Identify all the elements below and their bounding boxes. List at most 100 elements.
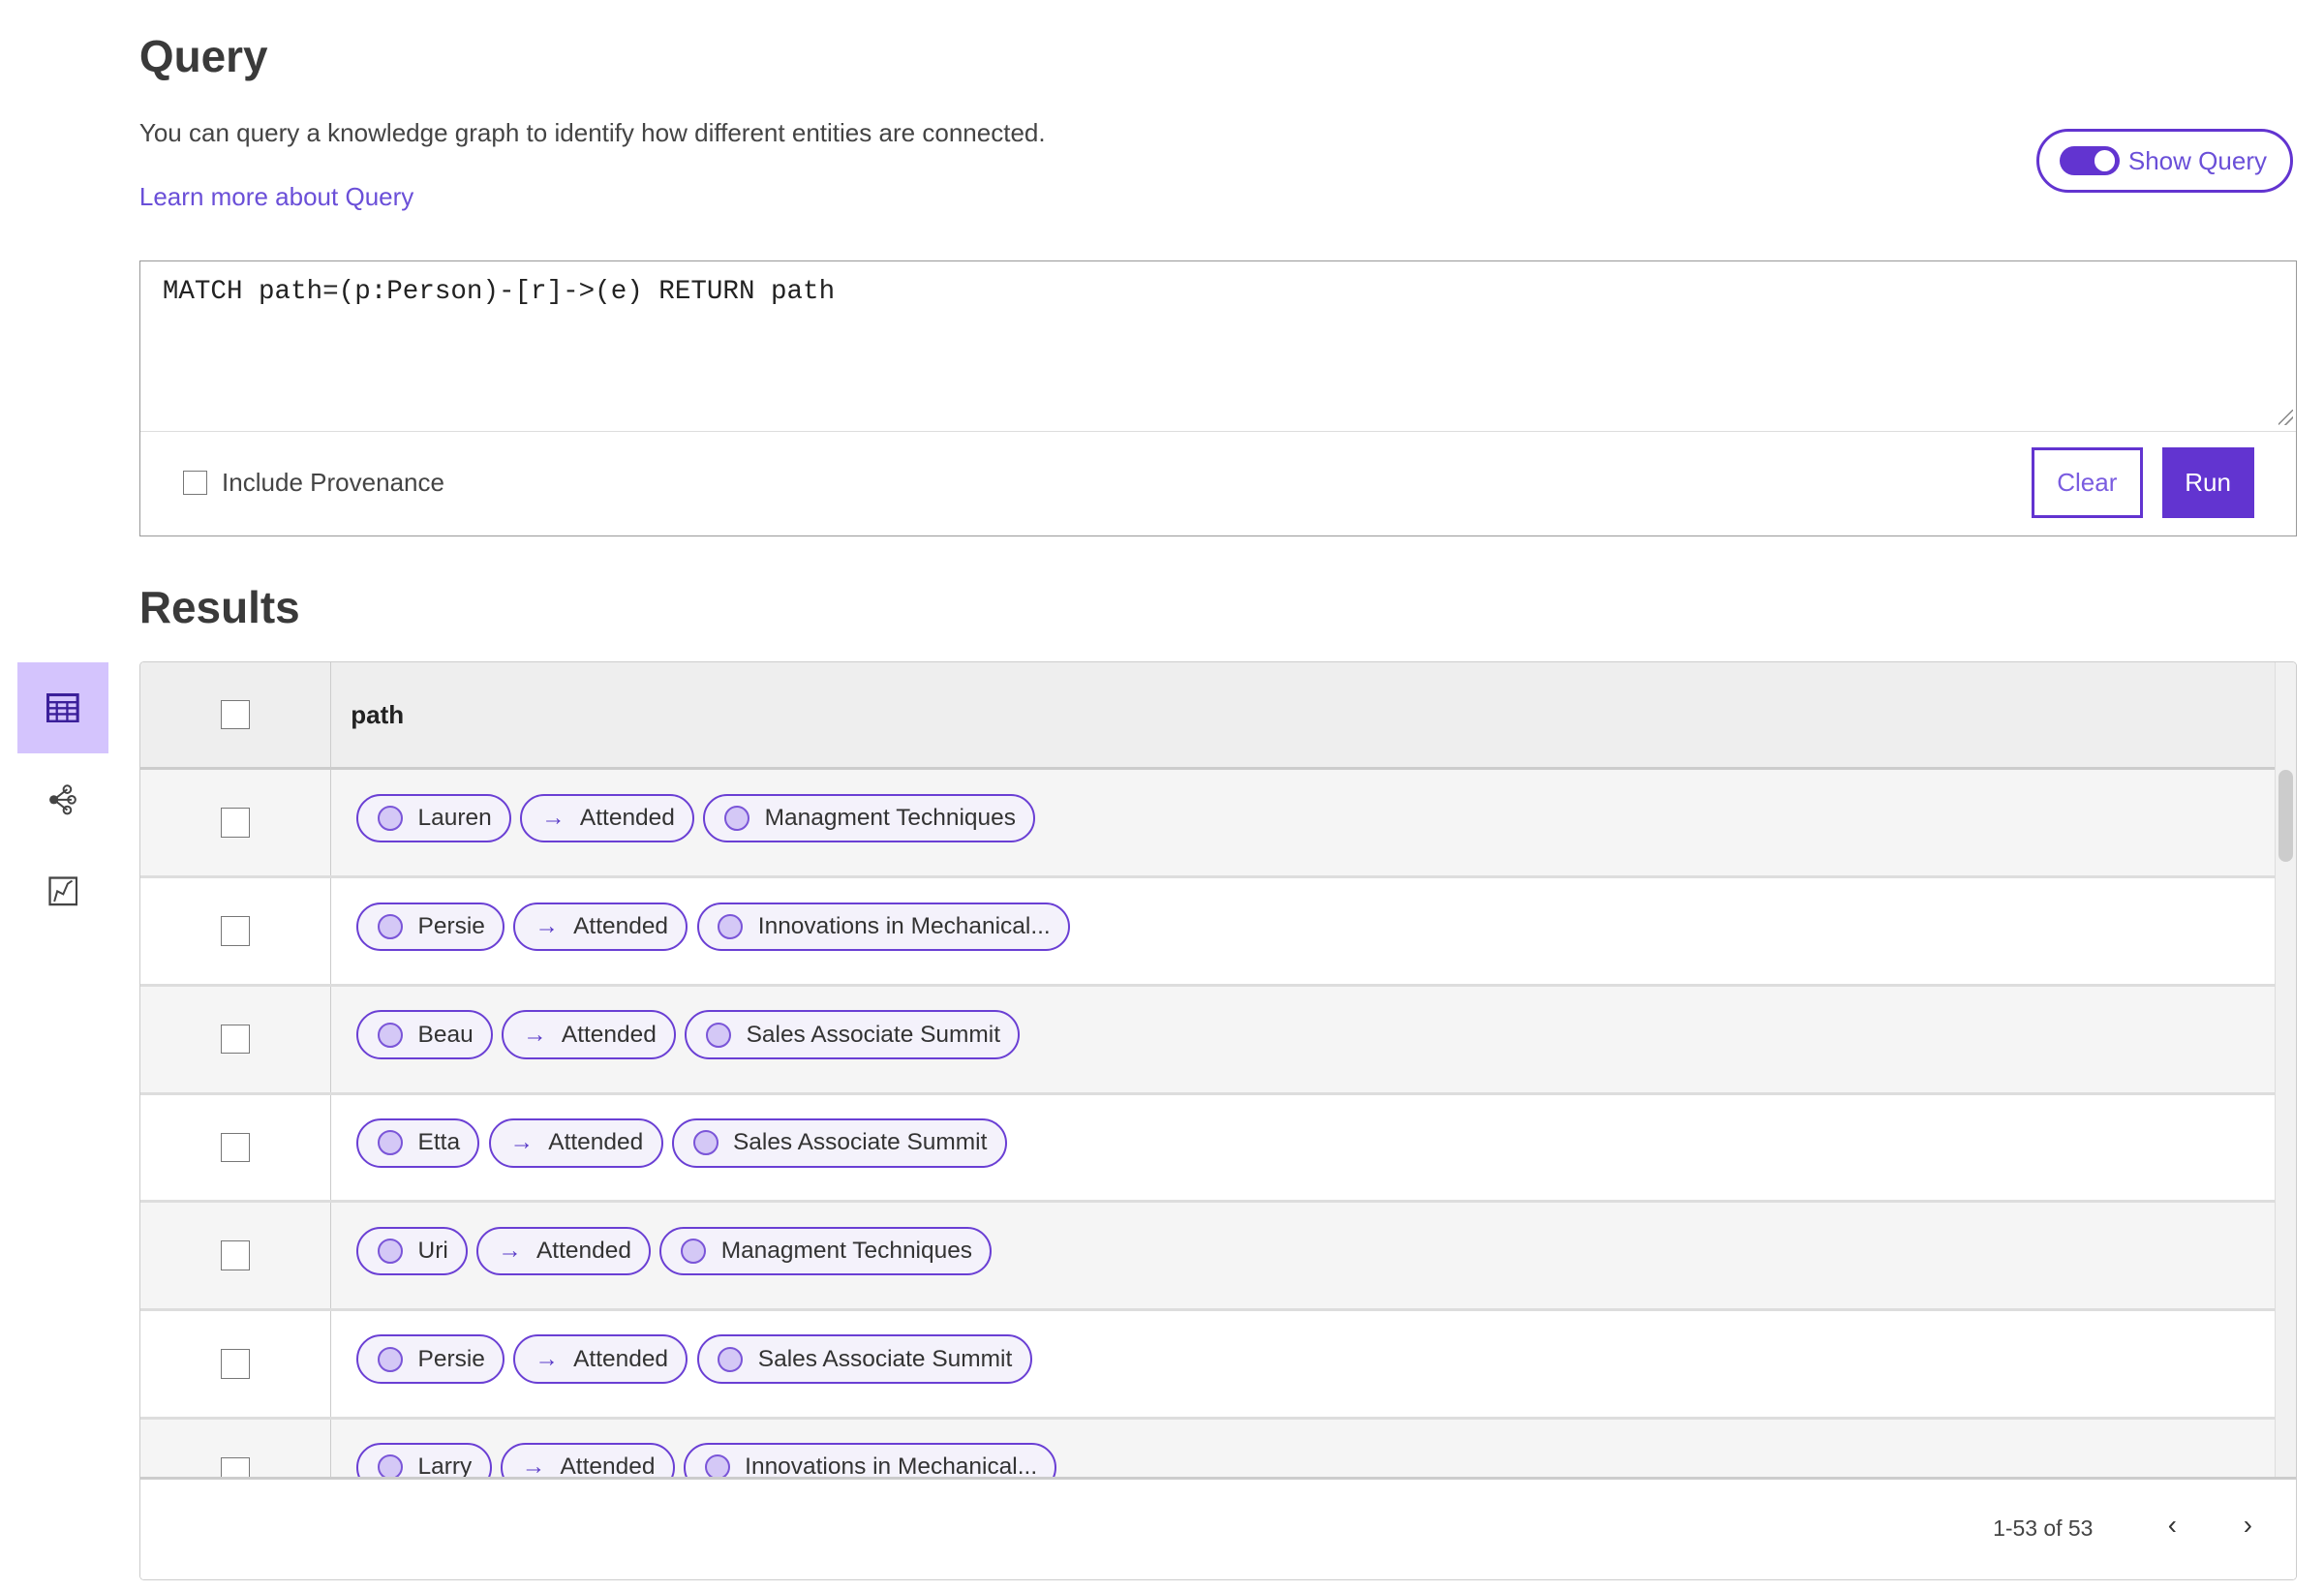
node-icon [378, 1022, 404, 1048]
learn-more-link[interactable]: Learn more about Query [139, 182, 413, 212]
scrollbar-thumb[interactable] [2278, 770, 2294, 863]
arrow-right-icon: → [509, 1129, 534, 1156]
node-label: Etta [417, 1129, 461, 1156]
node-icon [378, 1130, 404, 1156]
chevron-left-icon[interactable]: ‹ [2168, 1510, 2177, 1541]
path-chips: Etta → Attended Sales Associate Summit [356, 1118, 1007, 1168]
relationship-chip[interactable]: → Attended [513, 902, 688, 952]
clear-button[interactable]: Clear [2031, 446, 2143, 519]
path-chips: Persie → Attended Innovations in Mechanic… [356, 902, 1071, 952]
relationship-label: Attended [548, 1129, 644, 1156]
node-chip[interactable]: Managment Techniques [703, 793, 1036, 843]
relationship-chip[interactable]: → Attended [476, 1226, 652, 1276]
include-provenance-label: Include Provenance [222, 468, 444, 498]
node-icon [378, 1454, 404, 1478]
run-button[interactable]: Run [2161, 446, 2254, 519]
page-title: Query [138, 30, 268, 81]
node-label: Uri [417, 1237, 448, 1264]
column-header-path[interactable]: path [351, 662, 404, 768]
include-provenance[interactable]: Include Provenance [183, 468, 444, 498]
relationship-chip[interactable]: → Attended [500, 1443, 675, 1478]
node-chip[interactable]: Larry [356, 1443, 492, 1478]
sidebar-item-chart[interactable] [17, 846, 107, 936]
row-checkbox[interactable] [220, 1240, 251, 1270]
include-provenance-checkbox[interactable] [183, 471, 207, 495]
relationship-label: Attended [535, 1237, 631, 1264]
scrollbar[interactable] [2274, 661, 2297, 1478]
node-icon [378, 1346, 404, 1372]
node-label: Lauren [417, 805, 492, 832]
table-row[interactable]: Uri → Attended Managment Techniques [139, 1203, 2275, 1311]
table-footer: 1-53 of 53 ‹ › [139, 1477, 2297, 1579]
select-all-checkbox[interactable] [220, 699, 251, 730]
relationship-chip[interactable]: → Attended [520, 793, 695, 843]
node-icon [724, 806, 750, 832]
node-chip[interactable]: Persie [356, 902, 505, 952]
path-chips: Larry → Attended Innovations in Mechanica… [356, 1443, 1057, 1478]
show-query-toggle[interactable]: Show Query [2036, 129, 2293, 193]
sidebar-item-graph[interactable] [17, 754, 107, 844]
node-label: Sales Associate Summit [746, 1021, 1001, 1048]
node-chip[interactable]: Sales Associate Summit [696, 1334, 1032, 1384]
toggle-switch[interactable] [2060, 145, 2120, 176]
query-page: Query You can query a knowledge graph to… [0, 0, 2324, 1590]
node-chip[interactable]: Lauren [356, 793, 512, 843]
query-input[interactable]: MATCH path=(p:Person)-[r]->(e) RETURN pa… [163, 277, 835, 307]
node-label: Sales Associate Summit [732, 1129, 988, 1156]
node-label: Managment Techniques [764, 805, 1016, 832]
arrow-right-icon: → [541, 805, 566, 832]
node-chip[interactable]: Uri [356, 1226, 469, 1276]
resize-handle[interactable] [2278, 410, 2294, 425]
row-checkbox[interactable] [220, 1349, 251, 1379]
node-icon [692, 1130, 719, 1156]
node-chip[interactable]: Sales Associate Summit [671, 1118, 1007, 1168]
node-chip[interactable]: Managment Techniques [659, 1226, 993, 1276]
node-chip[interactable]: Innovations in Mechanical... [696, 902, 1071, 952]
node-label: Innovations in Mechanical... [757, 912, 1051, 939]
arrow-right-icon: → [535, 1345, 559, 1372]
table-row[interactable]: Persie → Attended Innovations in Mechanic… [139, 878, 2275, 987]
node-chip[interactable]: Persie [356, 1334, 505, 1384]
sidebar-item-table[interactable] [17, 662, 108, 753]
relationship-label: Attended [573, 1345, 669, 1372]
relationship-label: Attended [560, 1453, 656, 1478]
row-checkbox[interactable] [220, 1132, 251, 1163]
node-icon [681, 1238, 707, 1264]
node-chip[interactable]: Sales Associate Summit [685, 1010, 1021, 1059]
table-row[interactable]: Persie → Attended Sales Associate Summit [139, 1310, 2275, 1420]
node-chip[interactable]: Innovations in Mechanical... [683, 1443, 1057, 1478]
row-checkbox[interactable] [220, 1456, 251, 1478]
table-icon [46, 692, 79, 723]
node-label: Larry [417, 1453, 473, 1478]
relationship-chip[interactable]: → Attended [513, 1334, 688, 1384]
table-row[interactable]: Larry → Attended Innovations in Mechanica… [139, 1419, 2275, 1478]
node-chip[interactable]: Etta [356, 1118, 480, 1168]
node-label: Innovations in Mechanical... [745, 1453, 1038, 1478]
arrow-right-icon: → [523, 1021, 547, 1048]
row-checkbox[interactable] [220, 1024, 251, 1055]
chevron-right-icon[interactable]: › [2244, 1510, 2252, 1541]
node-chip[interactable]: Beau [356, 1010, 494, 1059]
table-row[interactable]: Beau → Attended Sales Associate Summit [139, 986, 2275, 1095]
node-icon [378, 806, 404, 832]
table-row[interactable]: Lauren → Attended Managment Techniques [139, 770, 2275, 879]
node-icon [378, 913, 404, 939]
show-query-label: Show Query [2127, 145, 2267, 175]
node-icon [718, 913, 744, 939]
node-label: Managment Techniques [720, 1237, 973, 1264]
table-header: path [139, 661, 2275, 771]
row-checkbox[interactable] [220, 916, 251, 946]
relationship-chip[interactable]: → Attended [488, 1118, 663, 1168]
table-row[interactable]: Etta → Attended Sales Associate Summit [139, 1094, 2275, 1204]
pagination-label: 1-53 of 53 [1993, 1515, 2094, 1542]
row-checkbox[interactable] [220, 808, 251, 839]
page-description: You can query a knowledge graph to ident… [138, 118, 1046, 148]
node-icon [718, 1346, 744, 1372]
relationship-chip[interactable]: → Attended [502, 1010, 677, 1059]
relationship-label: Attended [561, 1021, 657, 1048]
results-table: path Lauren → Attended Managment Techniqu… [138, 660, 2298, 1580]
node-icon [704, 1454, 730, 1478]
path-chips: Beau → Attended Sales Associate Summit [356, 1010, 1021, 1059]
chart-icon [48, 876, 77, 906]
query-editor: MATCH path=(p:Person)-[r]->(e) RETURN pa… [138, 260, 2298, 537]
